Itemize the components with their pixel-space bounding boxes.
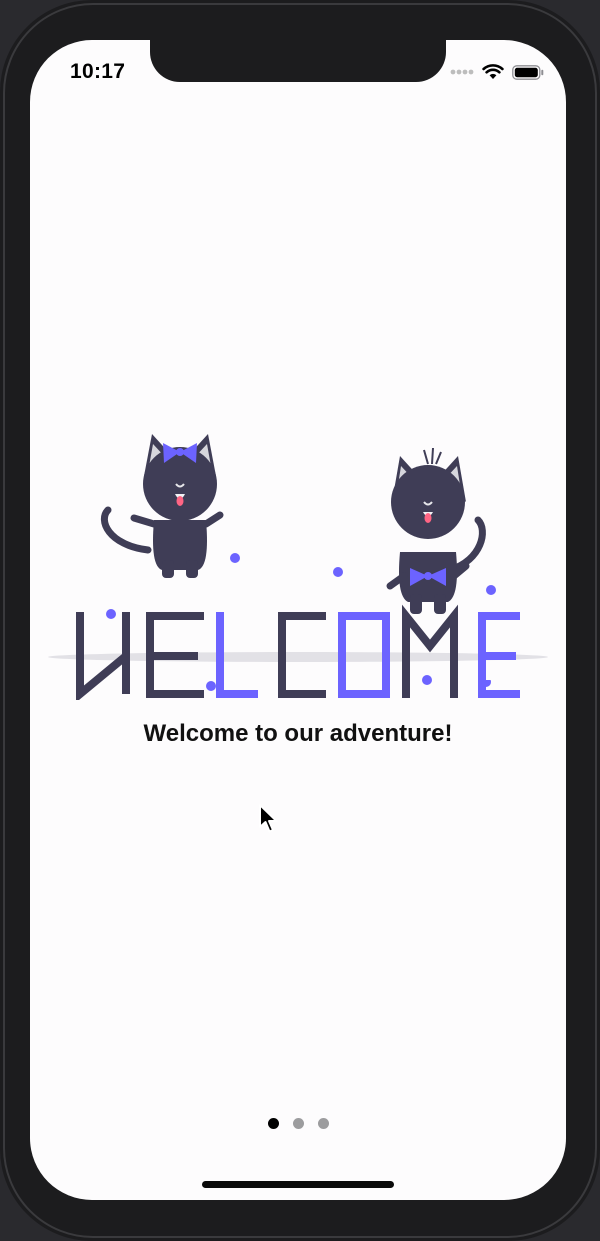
page-indicator[interactable]	[30, 1118, 566, 1129]
welcome-headline: Welcome to our adventure!	[143, 720, 453, 747]
status-time: 10:17	[70, 60, 126, 83]
wifi-icon	[482, 64, 504, 79]
status-icons	[450, 62, 544, 82]
page-dot-3[interactable]	[317, 1118, 329, 1129]
notch	[150, 40, 446, 82]
welcome-illustration-art	[48, 434, 548, 700]
mouse-pointer-icon	[259, 804, 278, 833]
phone-frame: 10:17 Welcome to our adventure!	[0, 0, 600, 1241]
cellular-signal-icon	[450, 69, 474, 75]
battery-icon	[512, 64, 544, 80]
page-dot-1[interactable]	[267, 1118, 279, 1129]
home-indicator[interactable]	[202, 1181, 394, 1188]
welcome-cats-illustration	[48, 434, 548, 700]
page-dot-2[interactable]	[292, 1118, 304, 1129]
app-screen: 10:17 Welcome to our adventure!	[30, 40, 566, 1200]
